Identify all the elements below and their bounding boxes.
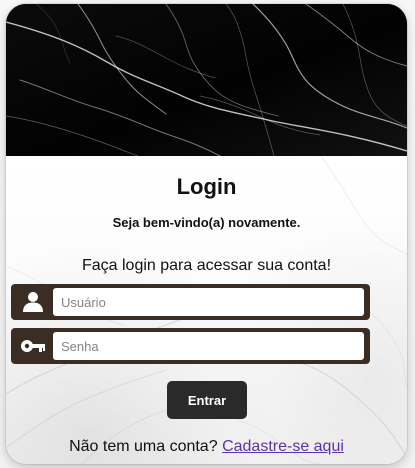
login-button[interactable]: Entrar: [167, 381, 247, 419]
page-title: Login: [176, 174, 237, 199]
login-form-area: Login Seja bem-vindo(a) novamente. Faça …: [6, 156, 407, 464]
username-field: [11, 284, 370, 320]
password-input[interactable]: [53, 332, 364, 360]
password-field: [11, 328, 370, 364]
login-page: Login Seja bem-vindo(a) novamente. Faça …: [0, 0, 415, 468]
signup-question: Não tem uma conta?: [69, 438, 218, 455]
signup-link[interactable]: Cadastre-se aqui: [222, 438, 344, 455]
login-card: Login Seja bem-vindo(a) novamente. Faça …: [6, 4, 407, 464]
welcome-subtitle: Seja bem-vindo(a) novamente.: [112, 215, 301, 230]
user-icon: [19, 290, 47, 314]
key-icon: [19, 334, 47, 358]
signup-prompt: Não tem uma conta? Cadastre-se aqui: [6, 438, 407, 456]
card-header: [6, 4, 407, 156]
black-marble-banner: [6, 4, 407, 156]
login-instruction: Faça login para acessar sua conta!: [81, 257, 332, 274]
username-input[interactable]: [53, 288, 364, 316]
